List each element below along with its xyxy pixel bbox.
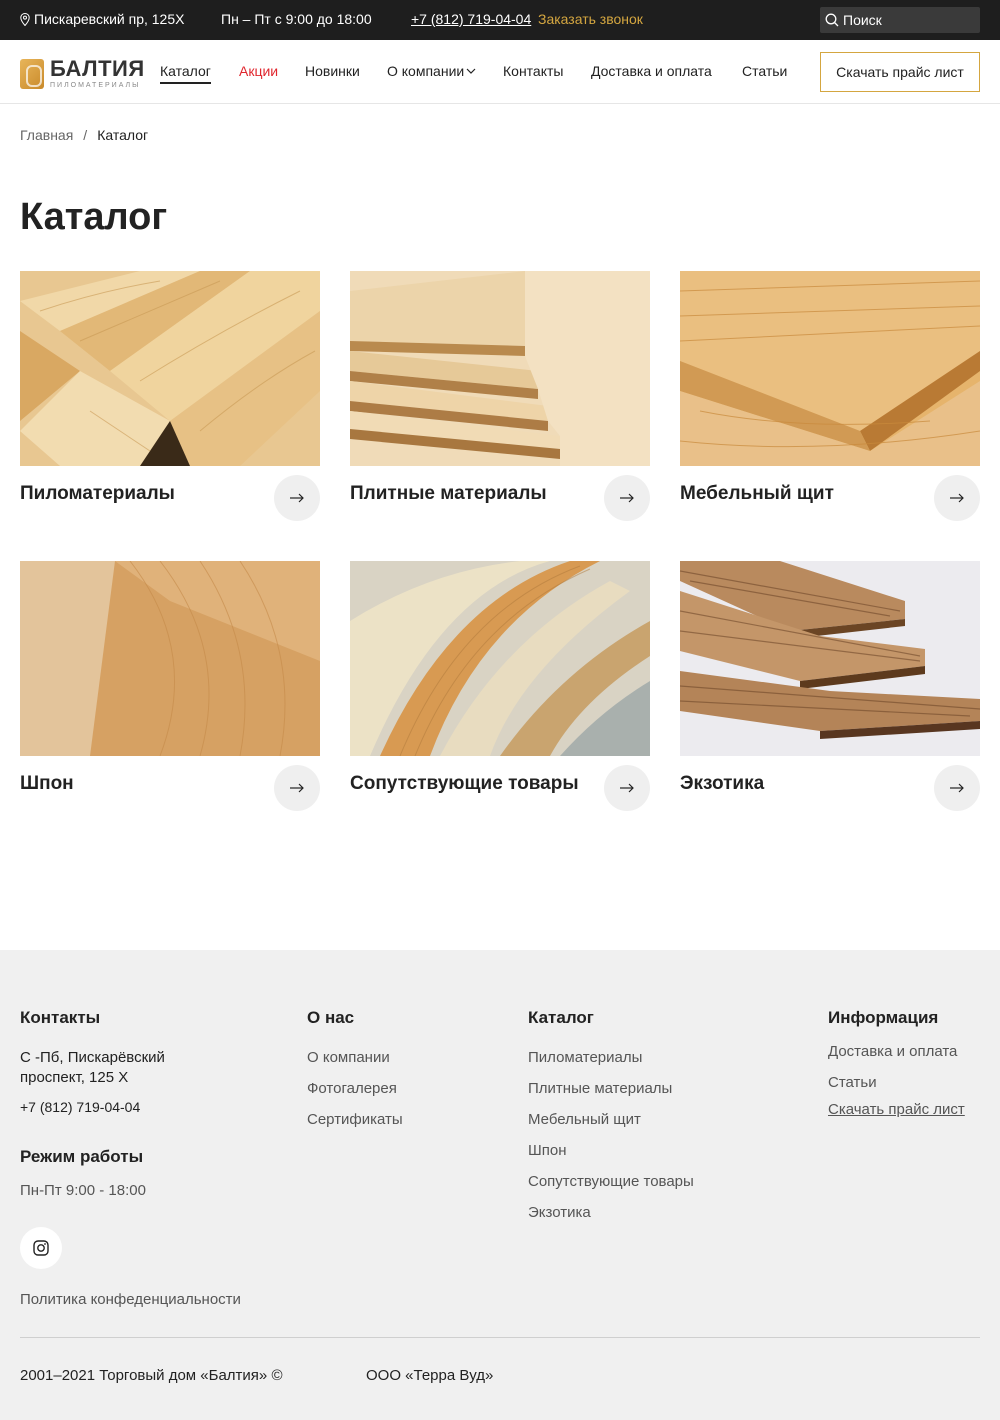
card-title: Плитные материалы: [350, 483, 547, 504]
breadcrumb-separator: /: [83, 127, 88, 143]
footer-link[interactable]: Шпон: [528, 1141, 694, 1160]
instagram-icon: [33, 1240, 49, 1256]
nav-articles[interactable]: Статьи: [742, 63, 787, 79]
address-text: Пискаревский пр, 125Х: [34, 11, 185, 27]
footer-contacts-heading: Контакты: [20, 1008, 101, 1027]
veneer-image: [20, 561, 320, 756]
footer-catalog-heading: Каталог: [528, 1008, 594, 1027]
callback-link[interactable]: Заказать звонок: [538, 11, 643, 27]
arrow-right-icon: [620, 493, 634, 503]
plywood-image: [350, 271, 650, 466]
footer-download-price-link[interactable]: Скачать прайс лист: [828, 1100, 965, 1119]
arrow-right-icon: [290, 493, 304, 503]
catalog-card-furniture-board[interactable]: Мебельный щит: [680, 271, 980, 521]
catalog-card-lumber[interactable]: Пиломатериалы: [20, 271, 320, 521]
nav-about[interactable]: О компании: [387, 63, 476, 79]
nav-about-label: О компании: [387, 63, 465, 79]
footer-link[interactable]: О компании: [307, 1048, 403, 1067]
card-title: Пиломатериалы: [20, 483, 175, 504]
footer-link[interactable]: Экзотика: [528, 1203, 694, 1222]
catalog-card-veneer[interactable]: Шпон: [20, 561, 320, 811]
footer-link[interactable]: Фотогалерея: [307, 1079, 403, 1098]
card-arrow-button[interactable]: [274, 765, 320, 811]
card-title: Шпон: [20, 773, 74, 794]
footer-contacts: Контакты С -Пб, Пискарёвский проспект, 1…: [20, 1008, 165, 1212]
nav-promotions[interactable]: Акции: [239, 63, 278, 79]
accessories-image: [350, 561, 650, 756]
map-pin-icon: [20, 12, 30, 26]
footer-address-line1: С -Пб, Пискарёвский: [20, 1049, 165, 1066]
chevron-down-icon: [466, 68, 476, 74]
footer-about: О нас О компании Фотогалерея Сертификаты: [307, 1008, 403, 1141]
catalog-card-exotic[interactable]: Экзотика: [680, 561, 980, 811]
search-input[interactable]: Поиск: [820, 7, 980, 33]
footer-link[interactable]: Доставка и оплата: [828, 1042, 965, 1061]
card-arrow-button[interactable]: [604, 765, 650, 811]
header: БАЛТИЯ ПИЛОМАТЕРИАЛЫ Каталог Акции Новин…: [0, 40, 1000, 104]
download-price-button[interactable]: Скачать прайс лист: [820, 52, 980, 92]
card-arrow-button[interactable]: [934, 475, 980, 521]
furniture-board-image: [680, 271, 980, 466]
footer-about-heading: О нас: [307, 1008, 355, 1027]
footer-link[interactable]: Сопутствующие товары: [528, 1172, 694, 1191]
nav-contacts[interactable]: Контакты: [503, 63, 563, 79]
privacy-policy-link[interactable]: Политика конфеденциальности: [20, 1291, 241, 1308]
card-title: Экзотика: [680, 773, 765, 794]
working-hours: Пн – Пт с 9:00 до 18:00: [221, 11, 372, 27]
logo-subtitle: ПИЛОМАТЕРИАЛЫ: [50, 82, 141, 89]
footer-hours-heading: Режим работы: [20, 1147, 144, 1166]
footer-link[interactable]: Статьи: [828, 1073, 965, 1092]
catalog-card-plywood[interactable]: Плитные материалы: [350, 271, 650, 521]
card-title: Мебельный щит: [680, 483, 834, 504]
company-name: ООО «Терра Вуд»: [366, 1367, 494, 1384]
page-title: Каталог: [20, 196, 168, 238]
card-arrow-button[interactable]: [604, 475, 650, 521]
footer-link[interactable]: Пиломатериалы: [528, 1048, 694, 1067]
breadcrumb: Главная / Каталог: [20, 127, 148, 143]
arrow-right-icon: [950, 783, 964, 793]
nav-new[interactable]: Новинки: [305, 63, 360, 79]
arrow-right-icon: [290, 783, 304, 793]
arrow-right-icon: [950, 493, 964, 503]
footer-link[interactable]: Сертификаты: [307, 1110, 403, 1129]
logo-name: БАЛТИЯ: [50, 56, 145, 81]
arrow-right-icon: [620, 783, 634, 793]
exotic-image: [680, 561, 980, 756]
footer-link[interactable]: Мебельный щит: [528, 1110, 694, 1129]
footer-phone[interactable]: +7 (812) 719-04-04: [20, 1097, 165, 1117]
card-arrow-button[interactable]: [274, 475, 320, 521]
footer-link[interactable]: Плитные материалы: [528, 1079, 694, 1098]
card-title: Сопутствующие товары: [350, 773, 579, 794]
footer-info: Информация Доставка и оплата Статьи Скач…: [828, 1008, 965, 1131]
top-bar: Пискаревский пр, 125Х Пн – Пт с 9:00 до …: [0, 0, 1000, 40]
copyright: 2001–2021 Торговый дом «Балтия» ©: [20, 1367, 283, 1384]
footer: Контакты С -Пб, Пискарёвский проспект, 1…: [0, 950, 1000, 1420]
footer-address-line2: проспект, 125 Х: [20, 1069, 129, 1086]
nav-catalog[interactable]: Каталог: [160, 63, 211, 84]
card-arrow-button[interactable]: [934, 765, 980, 811]
logo-icon: [20, 58, 44, 89]
nav-delivery[interactable]: Доставка и оплата: [591, 63, 712, 79]
breadcrumb-current: Каталог: [97, 127, 149, 143]
footer-info-heading: Информация: [828, 1008, 939, 1027]
search-icon: [825, 13, 839, 27]
breadcrumb-home[interactable]: Главная: [20, 127, 73, 143]
search-placeholder: Поиск: [843, 12, 882, 28]
footer-divider: [20, 1337, 980, 1338]
phone-link[interactable]: +7 (812) 719-04-04: [411, 11, 531, 27]
lumber-image: [20, 271, 320, 466]
footer-catalog: Каталог Пиломатериалы Плитные материалы …: [528, 1008, 694, 1234]
logo[interactable]: БАЛТИЯ ПИЛОМАТЕРИАЛЫ: [20, 58, 145, 89]
instagram-button[interactable]: [20, 1227, 62, 1269]
address: Пискаревский пр, 125Х: [20, 11, 184, 27]
catalog-card-accessories[interactable]: Сопутствующие товары: [350, 561, 650, 811]
footer-hours: Пн-Пт 9:00 - 18:00: [20, 1182, 146, 1199]
